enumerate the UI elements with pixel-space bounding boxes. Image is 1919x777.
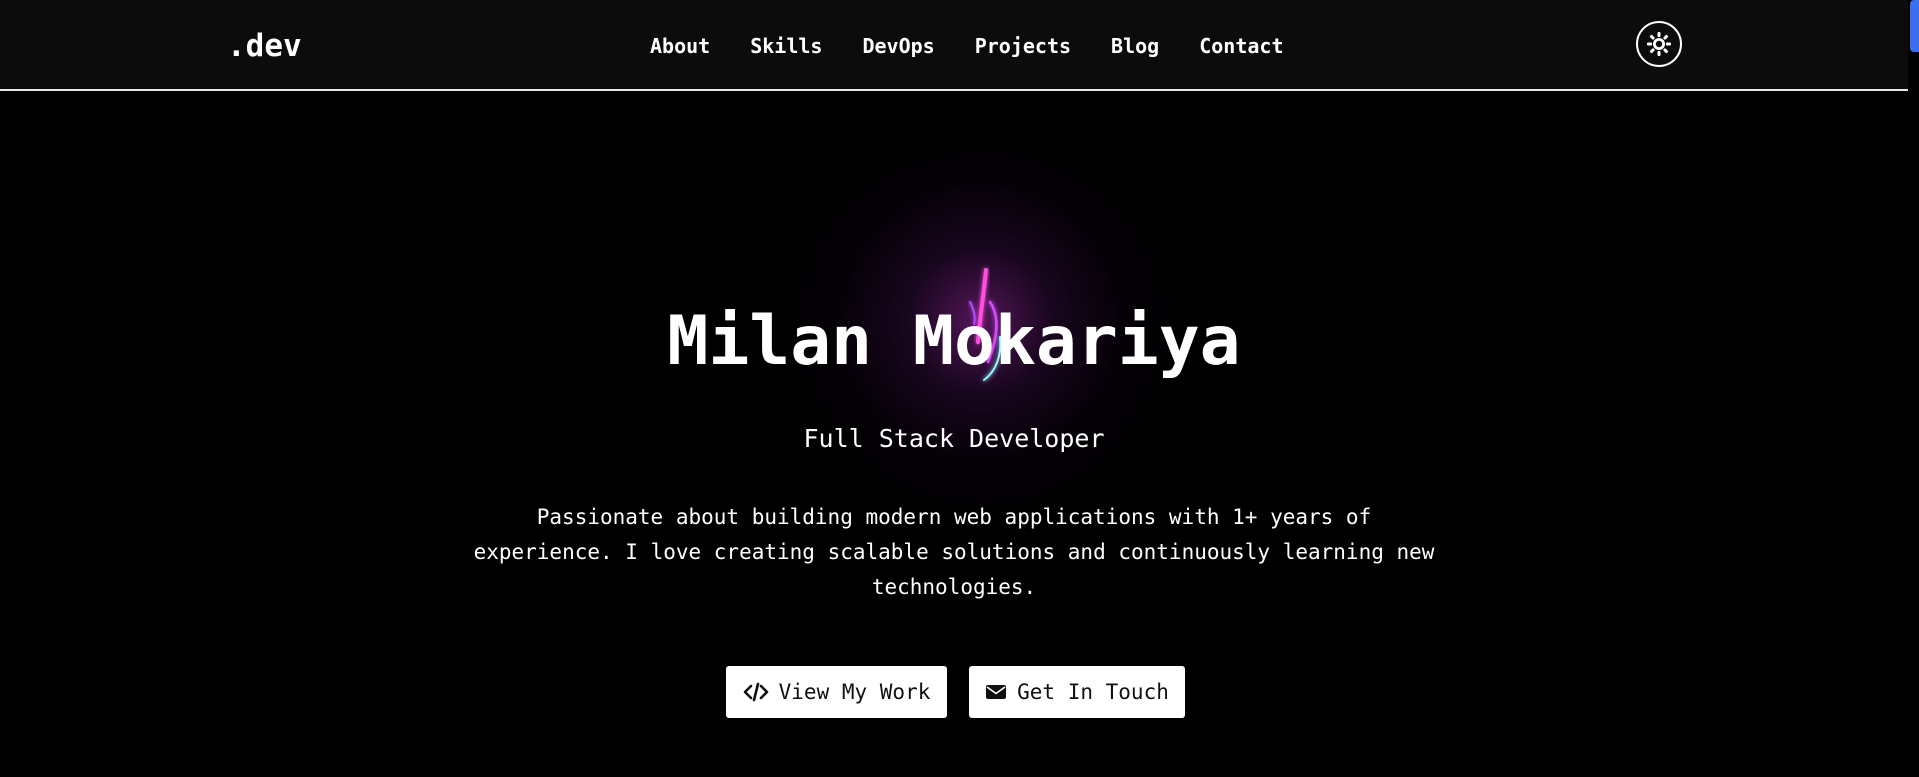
hero-description: Passionate about building modern web app… xyxy=(473,505,1435,599)
brand-logo[interactable]: .dev xyxy=(227,26,302,66)
navbar: .dev About Skills DevOps Projects Blog C… xyxy=(0,0,1908,91)
nav-link-about[interactable]: About xyxy=(650,31,710,61)
nav-link-projects[interactable]: Projects xyxy=(975,31,1071,61)
view-my-work-button[interactable]: View My Work xyxy=(726,666,947,718)
nav-links: About Skills DevOps Projects Blog Contac… xyxy=(650,31,1324,61)
nav-link-blog[interactable]: Blog xyxy=(1111,31,1159,61)
scrollbar-thumb[interactable] xyxy=(1910,0,1919,52)
hero-name: Milan Mokariya xyxy=(667,302,1241,381)
view-my-work-label: View My Work xyxy=(778,680,931,704)
nav-link-devops[interactable]: DevOps xyxy=(862,31,934,61)
scrollbar-track[interactable] xyxy=(1908,0,1919,777)
get-in-touch-label: Get In Touch xyxy=(1017,680,1169,704)
get-in-touch-button[interactable]: Get In Touch xyxy=(969,666,1185,718)
page: .dev About Skills DevOps Projects Blog C… xyxy=(0,0,1919,777)
sun-icon xyxy=(1647,32,1671,56)
nav-link-contact[interactable]: Contact xyxy=(1199,31,1283,61)
hero-role: Full Stack Developer xyxy=(803,424,1105,453)
envelope-icon xyxy=(986,685,1007,699)
nav-link-skills[interactable]: Skills xyxy=(750,31,822,61)
theme-toggle-button[interactable] xyxy=(1636,21,1682,67)
code-icon xyxy=(743,682,768,702)
